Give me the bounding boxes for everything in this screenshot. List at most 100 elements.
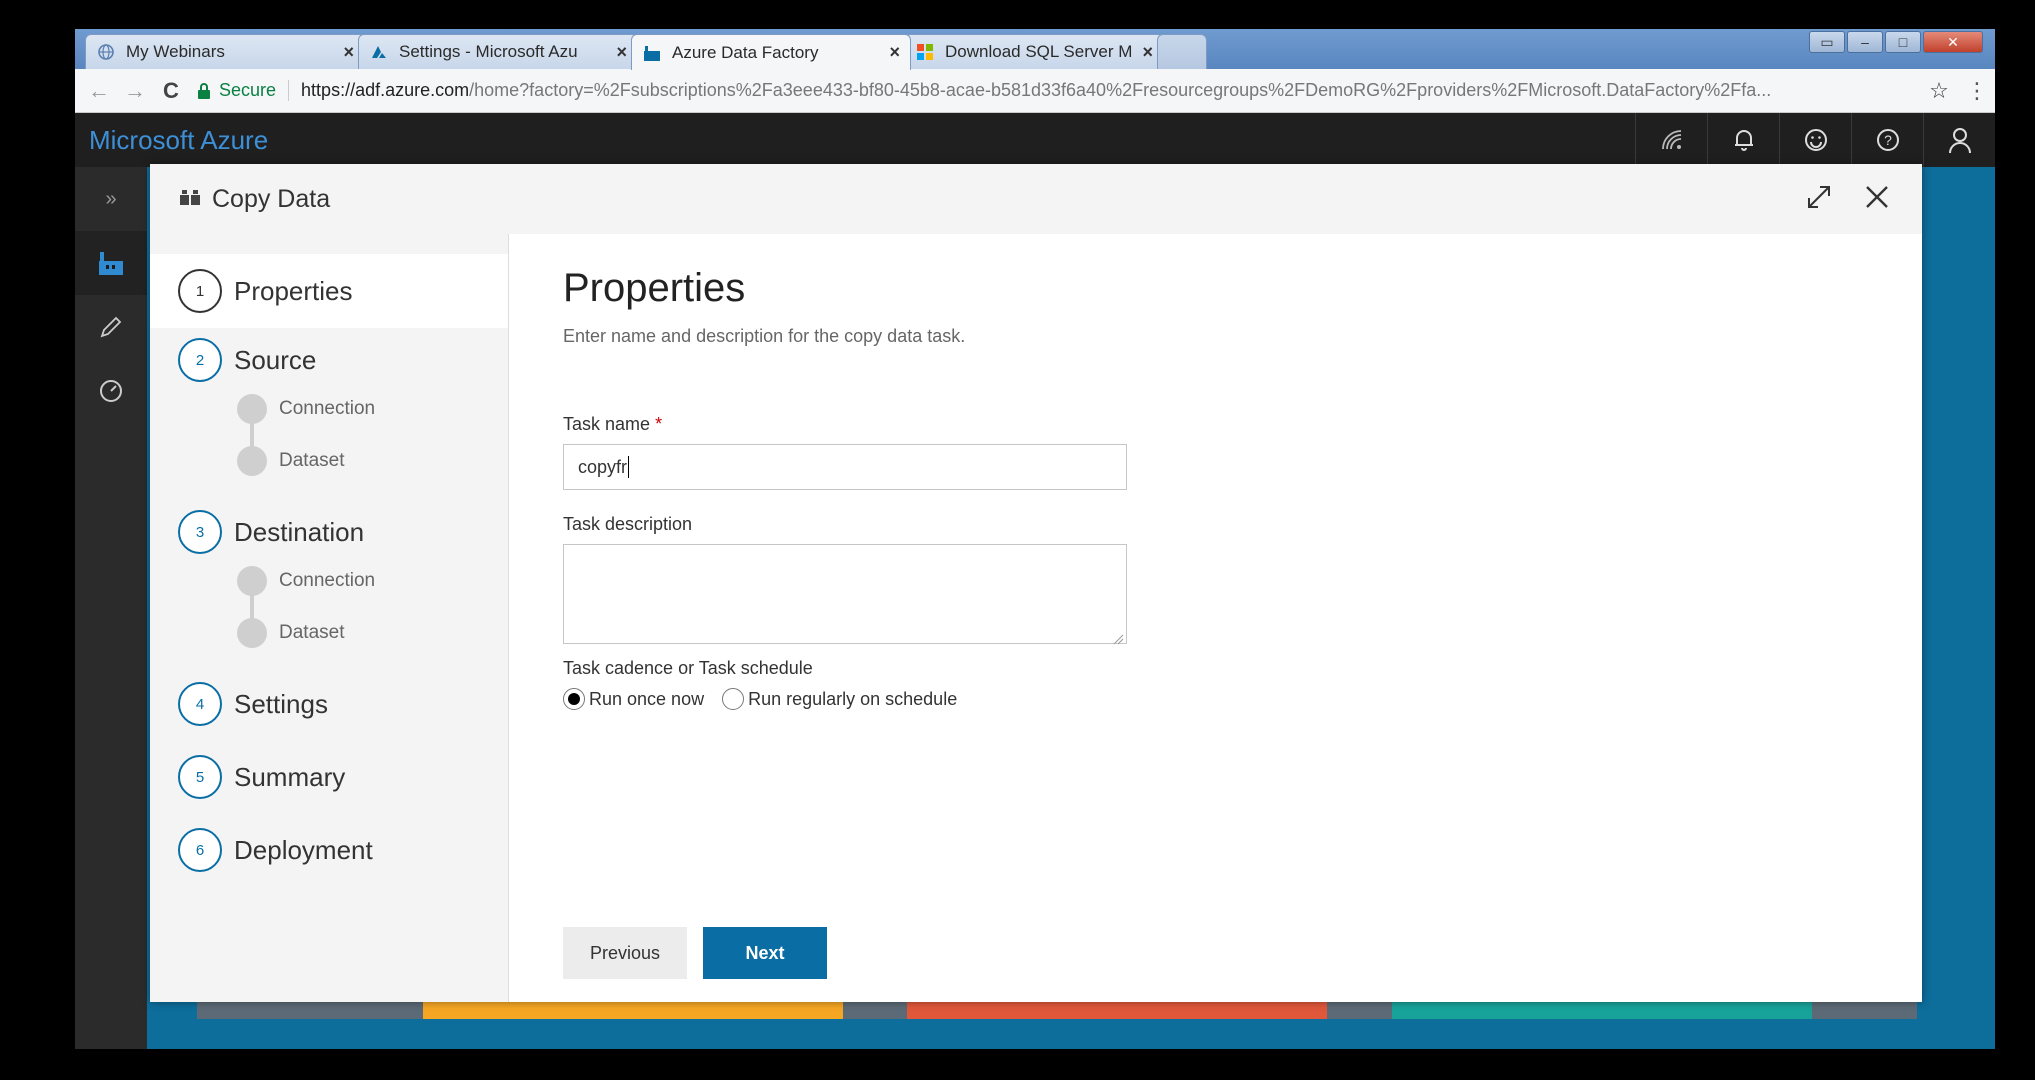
- address-bar: ← → C Secure https://adf.azure.com/home?…: [75, 69, 1995, 113]
- close-dialog-icon[interactable]: [1862, 182, 1892, 217]
- lock-icon: [198, 82, 210, 99]
- smiley-icon[interactable]: [1779, 113, 1851, 167]
- svg-text:?: ?: [1884, 132, 1892, 148]
- step-label: Settings: [234, 688, 328, 719]
- azure-icon: [369, 42, 389, 62]
- task-description-label: Task description: [563, 514, 693, 534]
- substep-destination-connection[interactable]: Connection: [237, 566, 375, 596]
- substep-dot: [237, 618, 267, 648]
- screen: My Webinars × Settings - Microsoft Azu ×…: [75, 29, 1995, 1049]
- url-path: /home?factory=%2Fsubscriptions%2Fa3eee43…: [469, 80, 1772, 100]
- maximize-dialog-icon[interactable]: [1804, 182, 1834, 217]
- run-once-label[interactable]: Run once now: [589, 689, 704, 710]
- substep-dot: [237, 446, 267, 476]
- minimize-icon[interactable]: –: [1847, 31, 1883, 53]
- tab-download-sql-server[interactable]: Download SQL Server M ×: [904, 34, 1164, 69]
- new-tab-button[interactable]: [1157, 34, 1207, 69]
- step-label: Summary: [234, 761, 346, 792]
- portal-brand[interactable]: Microsoft Azure: [89, 125, 268, 156]
- step-destination[interactable]: 3 Destination: [150, 504, 508, 560]
- tab-title: My Webinars: [126, 42, 225, 61]
- user-icon[interactable]: ▭: [1809, 31, 1845, 53]
- step-label: Destination: [234, 516, 365, 547]
- secure-indicator[interactable]: Secure: [197, 80, 290, 101]
- close-icon[interactable]: ×: [343, 42, 354, 63]
- substep-label: Dataset: [279, 450, 345, 471]
- bookmark-star-icon[interactable]: ☆: [1919, 78, 1959, 104]
- pencil-icon[interactable]: [75, 295, 147, 359]
- portal-toolbar: ?: [1635, 113, 1995, 167]
- substep-destination-dataset[interactable]: Dataset: [237, 618, 344, 648]
- task-name-label-text: Task name: [563, 414, 651, 434]
- factory-icon[interactable]: [75, 231, 147, 295]
- step-number: 2: [178, 338, 222, 382]
- run-schedule-radio[interactable]: [722, 688, 745, 710]
- tab-title: Download SQL Server M: [945, 42, 1133, 61]
- step-summary[interactable]: 5 Summary: [150, 749, 508, 805]
- step-number: 6: [178, 828, 222, 872]
- window-close-icon[interactable]: ✕: [1923, 31, 1983, 53]
- task-cadence-label: Task cadence or Task schedule: [563, 658, 813, 678]
- substep-dot: [237, 566, 267, 596]
- url-host: https://adf.azure.com: [301, 80, 470, 100]
- task-name-value: copyfr: [578, 456, 628, 477]
- close-icon[interactable]: ×: [1142, 42, 1153, 63]
- portal-left-rail: »: [75, 167, 147, 1049]
- step-source[interactable]: 2 Source: [150, 332, 508, 388]
- feedback-signal-icon[interactable]: [1635, 113, 1707, 167]
- task-description-input[interactable]: [563, 544, 1127, 645]
- copy-data-icon: [178, 185, 202, 214]
- reload-icon[interactable]: C: [153, 78, 189, 104]
- required-marker: *: [655, 414, 663, 434]
- text-caret: [628, 456, 630, 478]
- step-label: Deployment: [234, 834, 373, 865]
- step-properties[interactable]: 1 Properties: [150, 254, 508, 328]
- portal-top-bar: Microsoft Azure ?: [75, 113, 1995, 167]
- wizard-steps: 1 Properties 2 Source Connection Dataset…: [150, 234, 508, 1002]
- tab-title: Azure Data Factory: [672, 42, 819, 62]
- step-number: 1: [178, 269, 222, 313]
- dialog-title: Copy Data: [212, 184, 331, 213]
- tab-settings-azure[interactable]: Settings - Microsoft Azu ×: [358, 34, 638, 69]
- substep-dot: [237, 394, 267, 424]
- secure-label: Secure: [219, 80, 277, 100]
- run-once-radio[interactable]: [563, 688, 585, 710]
- properties-panel: Properties Enter name and description fo…: [508, 234, 1922, 1002]
- task-name-input[interactable]: copyfr: [563, 444, 1127, 490]
- step-settings[interactable]: 4 Settings: [150, 676, 508, 732]
- close-icon[interactable]: ×: [889, 42, 900, 63]
- expand-chevron-icon[interactable]: »: [75, 167, 147, 231]
- run-schedule-label[interactable]: Run regularly on schedule: [748, 689, 957, 710]
- bell-icon[interactable]: [1707, 113, 1779, 167]
- help-icon[interactable]: ?: [1851, 113, 1923, 167]
- copy-data-dialog: Copy Data 1 Properties 2 Source Connecti…: [150, 164, 1922, 1002]
- maximize-icon[interactable]: □: [1885, 31, 1921, 53]
- step-deployment[interactable]: 6 Deployment: [150, 822, 508, 878]
- close-icon[interactable]: ×: [616, 42, 627, 63]
- previous-button[interactable]: Previous: [563, 927, 687, 979]
- task-cadence-radio-group: Run once now Run regularly on schedule: [563, 688, 957, 710]
- tab-title: Settings - Microsoft Azu: [399, 42, 578, 61]
- resize-grip-icon[interactable]: [1112, 629, 1124, 645]
- browser-menu-icon[interactable]: ⋮: [1959, 78, 1995, 104]
- globe-icon: [96, 42, 116, 62]
- tab-azure-data-factory[interactable]: Azure Data Factory ×: [631, 34, 911, 70]
- account-icon[interactable]: [1923, 113, 1995, 167]
- forward-icon[interactable]: →: [117, 78, 153, 104]
- back-icon[interactable]: ←: [81, 78, 117, 104]
- step-number: 3: [178, 510, 222, 554]
- substep-label: Connection: [279, 398, 376, 419]
- tab-my-webinars[interactable]: My Webinars ×: [85, 34, 365, 69]
- panel-subtitle: Enter name and description for the copy …: [563, 326, 966, 346]
- browser-tab-strip: My Webinars × Settings - Microsoft Azu ×…: [75, 29, 1995, 70]
- substep-source-dataset[interactable]: Dataset: [237, 446, 344, 476]
- substep-label: Dataset: [279, 622, 345, 643]
- monitor-gauge-icon[interactable]: [75, 359, 147, 423]
- dialog-header: Copy Data: [150, 164, 1922, 234]
- next-button[interactable]: Next: [703, 927, 827, 979]
- step-label: Properties: [234, 275, 353, 306]
- substep-source-connection[interactable]: Connection: [237, 394, 375, 424]
- step-number: 5: [178, 755, 222, 799]
- url-field[interactable]: Secure https://adf.azure.com/home?factor…: [197, 74, 1919, 108]
- dialog-actions: [1804, 182, 1892, 217]
